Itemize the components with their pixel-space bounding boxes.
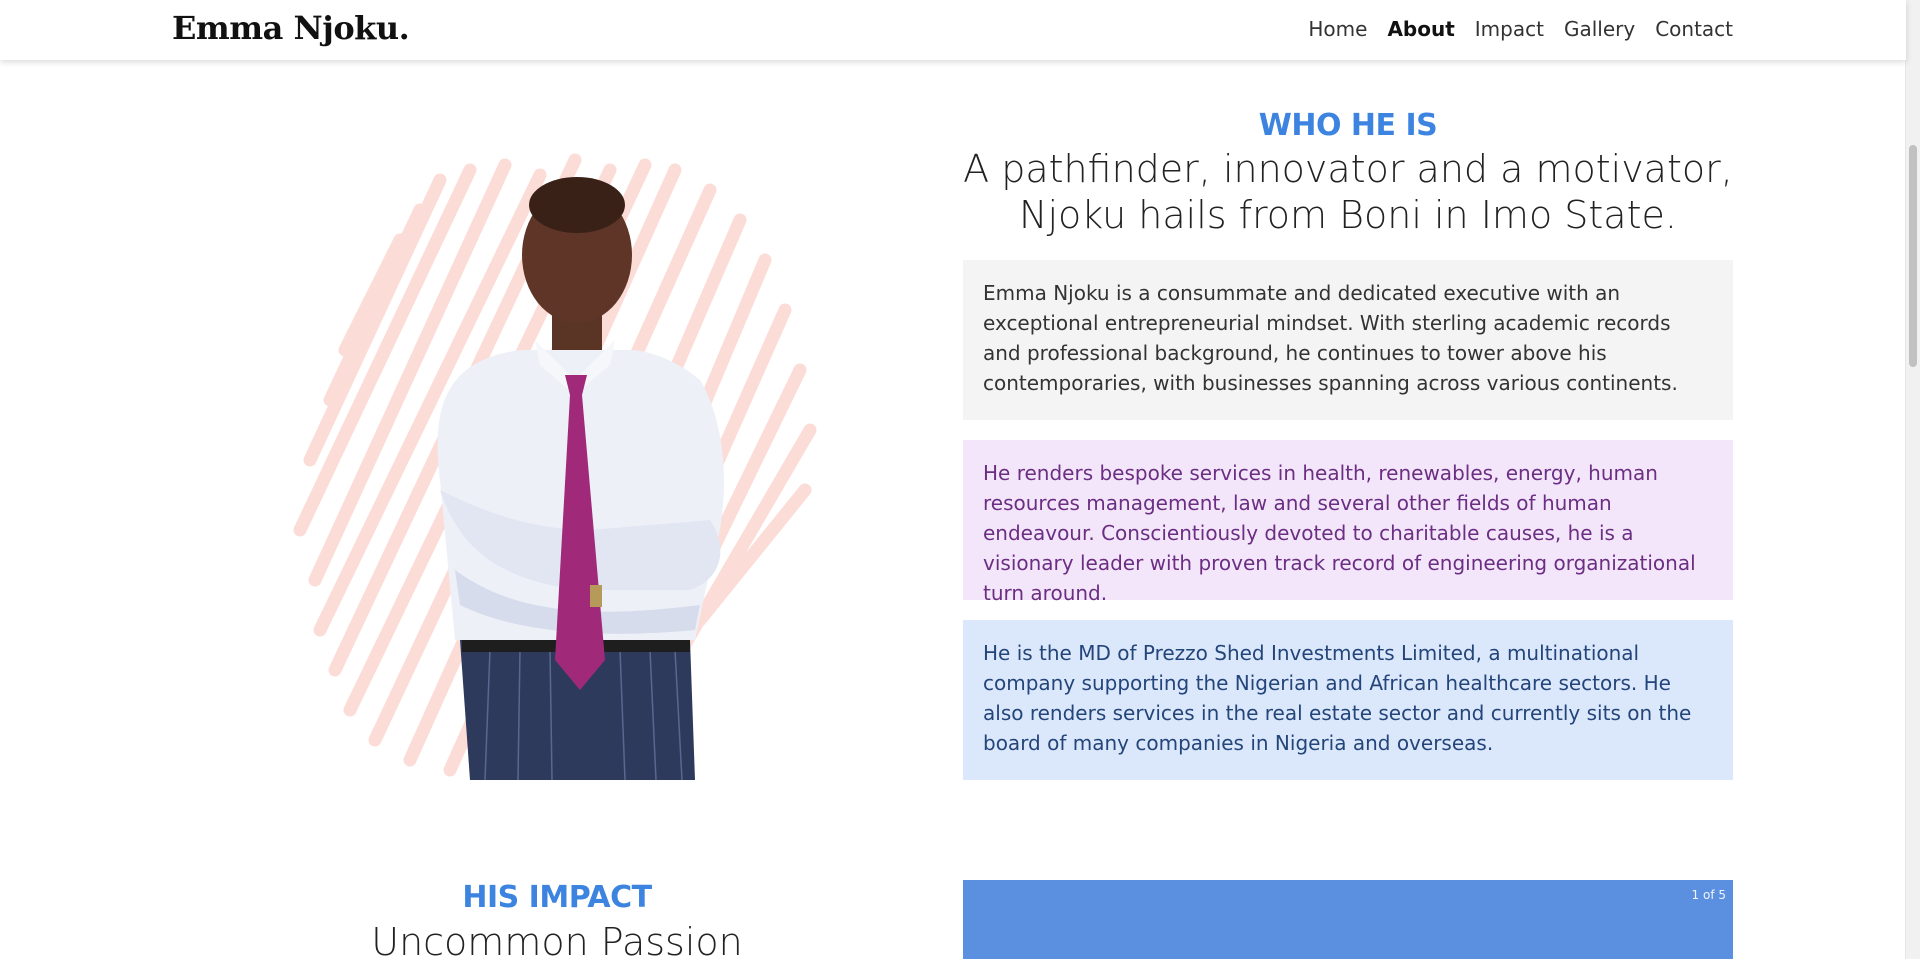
nav-impact[interactable]: Impact (1475, 17, 1544, 41)
nav-about[interactable]: About (1387, 17, 1454, 41)
nav-gallery[interactable]: Gallery (1564, 17, 1635, 41)
impact-slider[interactable]: 1 of 5 (963, 880, 1733, 959)
slide-counter: 1 of 5 (1691, 888, 1726, 902)
nav-contact[interactable]: Contact (1655, 17, 1733, 41)
scrollbar-thumb[interactable] (1909, 145, 1917, 367)
about-headline: A pathfinder, innovator and a motivator,… (963, 147, 1733, 237)
site-header: Emma Njoku. Home About Impact Gallery Co… (0, 0, 1906, 60)
site-logo[interactable]: Emma Njoku. (172, 9, 410, 47)
about-card-business: He is the MD of Prezzo Shed Investments … (963, 620, 1733, 780)
main-nav: Home About Impact Gallery Contact (1308, 17, 1733, 41)
impact-section-label: HIS IMPACT (462, 880, 652, 915)
page-scrollbar[interactable] (1905, 0, 1920, 959)
portrait-image (293, 153, 817, 780)
about-section-label: WHO HE IS (1258, 108, 1438, 143)
impact-headline: Uncommon Passion (371, 920, 743, 964)
nav-home[interactable]: Home (1308, 17, 1367, 41)
about-card-intro: Emma Njoku is a consummate and dedicated… (963, 260, 1733, 420)
about-card-services: He renders bespoke services in health, r… (963, 440, 1733, 605)
